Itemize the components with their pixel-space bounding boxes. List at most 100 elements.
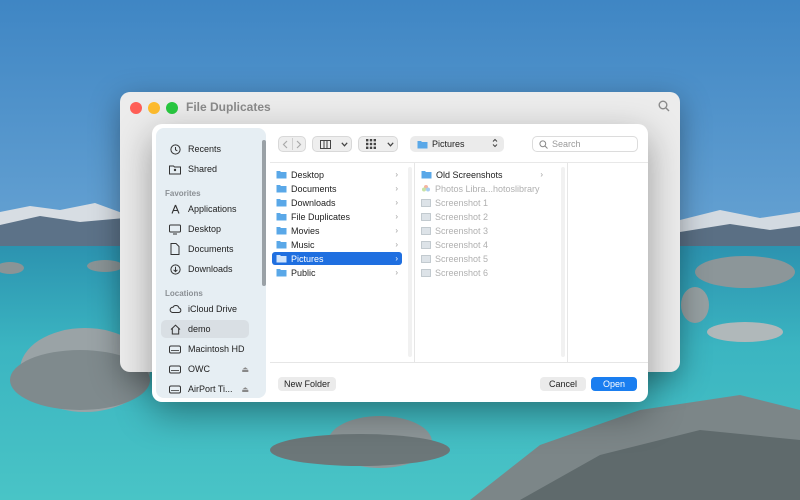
chevron-right-icon: ›: [395, 240, 398, 249]
favorites-header: Favorites: [165, 189, 201, 198]
image-file-icon: [421, 268, 431, 277]
item-label: Screenshot 1: [435, 197, 489, 208]
list-item[interactable]: File Duplicates ›: [272, 210, 402, 223]
eject-icon[interactable]: ⏏: [241, 365, 249, 374]
zoom-window-button[interactable]: [166, 102, 178, 114]
column-browser: Desktop › Documents › Downloads › File D…: [270, 162, 648, 363]
folder-icon: [276, 254, 287, 263]
sidebar-scrollbar[interactable]: [262, 140, 266, 286]
list-item-selected[interactable]: Pictures ›: [272, 252, 402, 265]
chevron-right-icon: ›: [395, 226, 398, 235]
item-label: Movies: [291, 225, 320, 236]
up-down-chevron-icon: [492, 138, 498, 148]
list-item: Screenshot 1: [417, 196, 547, 209]
sidebar-item-applications[interactable]: Applications: [161, 200, 249, 218]
folder-icon: [276, 212, 287, 221]
chevron-right-icon: ›: [395, 212, 398, 221]
item-label: Desktop: [291, 169, 325, 180]
cancel-button[interactable]: Cancel: [540, 377, 586, 391]
sidebar-item-shared[interactable]: Shared: [161, 160, 249, 178]
image-file-icon: [421, 226, 431, 235]
sidebar-item-label: Recents: [188, 144, 222, 154]
sidebar-item-demo[interactable]: demo: [161, 320, 249, 338]
list-item[interactable]: Documents ›: [272, 182, 402, 195]
item-label: Screenshot 3: [435, 225, 489, 236]
sidebar-item-label: Shared: [188, 164, 218, 174]
item-label: Photos Libra...hotoslibrary: [435, 183, 540, 194]
group-by-popup[interactable]: [358, 136, 398, 152]
folder-icon: [276, 184, 287, 193]
disk-icon: [166, 345, 184, 354]
desktop-icon: [166, 224, 184, 235]
item-label: Screenshot 4: [435, 239, 489, 250]
chevron-right-icon[interactable]: [292, 137, 305, 151]
column-scrollbar[interactable]: [408, 167, 412, 357]
list-item: Screenshot 2: [417, 210, 547, 223]
chevron-right-icon: ›: [395, 198, 398, 207]
image-file-icon: [421, 212, 431, 221]
sidebar-item-airport[interactable]: AirPort Ti... ⏏: [161, 380, 249, 398]
folder-icon: [276, 226, 287, 235]
list-item[interactable]: Public ›: [272, 266, 402, 279]
list-item: Screenshot 5: [417, 252, 547, 265]
search-icon[interactable]: [658, 100, 670, 115]
path-popup-label: Pictures: [432, 139, 465, 149]
locations-header: Locations: [165, 289, 203, 298]
list-item: Screenshot 6: [417, 266, 547, 279]
sidebar-item-label: AirPort Ti...: [188, 384, 233, 394]
view-mode-popup[interactable]: [312, 136, 352, 152]
document-icon: [166, 243, 184, 255]
navigation-buttons: [278, 136, 306, 152]
item-label: Documents: [291, 183, 337, 194]
sidebar-item-recents[interactable]: Recents: [161, 140, 249, 158]
sidebar-item-label: Desktop: [188, 224, 222, 234]
sidebar-item-downloads[interactable]: Downloads: [161, 260, 249, 278]
applications-icon: [166, 204, 184, 215]
search-field[interactable]: [532, 136, 638, 152]
sidebar-item-label: Documents: [188, 244, 234, 254]
cloud-icon: [166, 304, 184, 314]
item-label: Pictures: [291, 253, 324, 264]
sidebar-item-icloud-drive[interactable]: iCloud Drive: [161, 300, 249, 318]
search-icon: [539, 139, 548, 149]
list-item[interactable]: Music ›: [272, 238, 402, 251]
list-item[interactable]: Downloads ›: [272, 196, 402, 209]
sidebar-item-macintosh-hd[interactable]: Macintosh HD: [161, 340, 249, 358]
chevron-down-icon: [337, 137, 351, 151]
column-scrollbar[interactable]: [561, 167, 565, 357]
columns-icon: [313, 137, 337, 151]
list-item[interactable]: Old Screenshots ›: [417, 168, 547, 181]
minimize-window-button[interactable]: [148, 102, 160, 114]
search-input[interactable]: [552, 139, 632, 149]
eject-icon[interactable]: ⏏: [241, 385, 249, 394]
sidebar-item-label: OWC: [188, 364, 210, 374]
chevron-left-icon[interactable]: [279, 137, 292, 151]
item-label: Public: [291, 267, 316, 278]
clock-icon: [166, 143, 184, 155]
path-popup[interactable]: Pictures: [410, 136, 504, 152]
sidebar-item-desktop[interactable]: Desktop: [161, 220, 249, 238]
sidebar-item-documents[interactable]: Documents: [161, 240, 249, 258]
sidebar-item-label: Macintosh HD: [188, 344, 245, 354]
window-titlebar: File Duplicates: [120, 92, 680, 122]
list-item: Photos Libra...hotoslibrary: [417, 182, 547, 195]
window-title: File Duplicates: [186, 100, 271, 114]
item-label: File Duplicates: [291, 211, 351, 222]
folder-icon: [276, 268, 287, 277]
open-button[interactable]: Open: [591, 377, 637, 391]
close-window-button[interactable]: [130, 102, 142, 114]
sidebar-item-owc[interactable]: OWC ⏏: [161, 360, 249, 378]
list-item[interactable]: Movies ›: [272, 224, 402, 237]
folder-icon: [421, 170, 432, 179]
sidebar-item-label: demo: [188, 324, 211, 334]
item-label: Old Screenshots: [436, 169, 503, 180]
folder-icon: [276, 170, 287, 179]
chevron-right-icon: ›: [395, 268, 398, 277]
chevron-down-icon: [383, 137, 397, 151]
shared-folder-icon: [166, 164, 184, 175]
new-folder-button[interactable]: New Folder: [278, 377, 336, 391]
list-item: Screenshot 3: [417, 224, 547, 237]
chevron-right-icon: ›: [395, 254, 398, 263]
download-icon: [166, 263, 184, 275]
list-item[interactable]: Desktop ›: [272, 168, 402, 181]
